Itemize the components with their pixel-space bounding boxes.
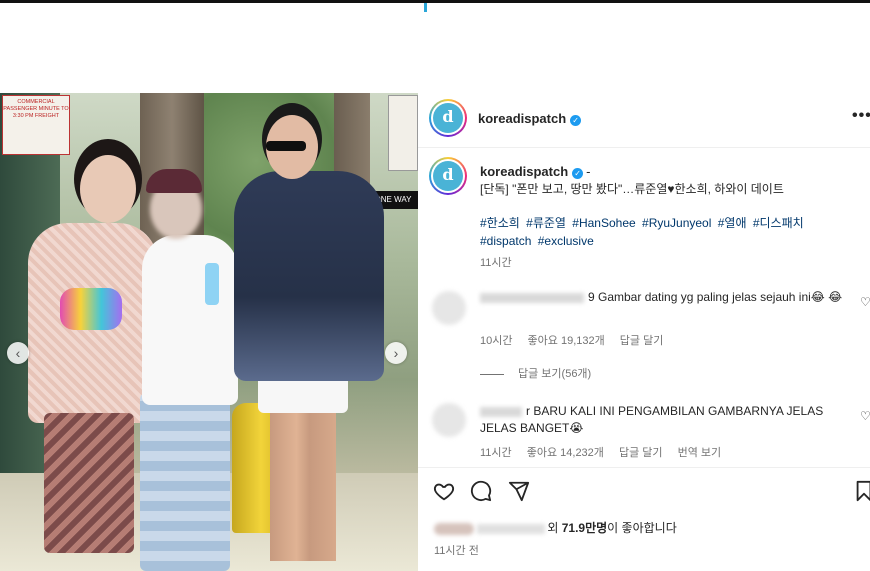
comment-like-heart-icon[interactable]: ♡ <box>860 295 870 309</box>
post-photo[interactable]: COMMERCIAL PASSENGER MINUTE TO 3:30 PM F… <box>0 93 418 571</box>
hashtag[interactable]: #HanSohee <box>572 216 635 230</box>
dispatch-logo: d <box>433 161 463 191</box>
top-border <box>0 0 870 3</box>
comment-meta: 10시간 좋아요 19,132개 답글 달기 <box>480 332 675 348</box>
caption-avatar[interactable]: d <box>429 157 467 195</box>
more-options-icon[interactable]: ••• <box>852 107 870 125</box>
hashtag[interactable]: #열애 <box>718 216 747 230</box>
paper-plane-icon[interactable] <box>508 480 530 508</box>
action-bar: 외 71.9만명이 좋아합니다 11시간 전 <box>418 467 870 571</box>
comment-text: r BARU KALI INI PENGAMBILAN GAMBARNYA JE… <box>480 403 852 437</box>
header-username[interactable]: koreadispatch ✓ <box>478 111 582 126</box>
comment-text: 9 Gambar dating yg paling jelas sejauh i… <box>480 289 852 306</box>
bookmark-icon[interactable] <box>854 480 870 508</box>
caption-username-text[interactable]: koreadispatch <box>480 164 568 179</box>
commenter-avatar[interactable] <box>432 403 466 437</box>
translate-button[interactable]: 번역 보기 <box>678 447 722 459</box>
verified-badge-icon: ✓ <box>572 168 584 179</box>
commenter-avatar[interactable] <box>432 291 466 325</box>
comment-like-heart-icon[interactable]: ♡ <box>860 409 870 423</box>
commenter-name[interactable] <box>480 406 522 417</box>
post-header: d koreadispatch ✓ ••• <box>418 93 870 148</box>
hashtag[interactable]: #류준열 <box>526 216 566 230</box>
likes-prefix: 외 <box>547 521 562 535</box>
view-replies[interactable]: 답글 보기(56개) <box>480 365 591 381</box>
hashtag[interactable]: #dispatch <box>480 234 531 248</box>
caption-dash: - <box>586 164 591 179</box>
comment-likes[interactable]: 좋아요 14,232개 <box>527 447 604 459</box>
street-sign: COMMERCIAL PASSENGER MINUTE TO 3:30 PM F… <box>2 95 70 155</box>
comment-body: 9 Gambar dating yg paling jelas sejauh i… <box>588 290 843 304</box>
comment-meta: 11시간 좋아요 14,232개 답글 달기 번역 보기 <box>480 444 733 460</box>
heart-icon[interactable] <box>433 480 455 508</box>
top-accent-mark <box>424 3 427 12</box>
verified-badge-icon: ✓ <box>570 115 582 126</box>
chevron-left-icon[interactable]: ‹ <box>7 342 29 364</box>
chevron-right-icon[interactable]: › <box>385 342 407 364</box>
hashtag[interactable]: #디스패치 <box>753 216 804 230</box>
comment-time: 10시간 <box>480 335 513 347</box>
hashtag[interactable]: #한소희 <box>480 216 520 230</box>
username-text[interactable]: koreadispatch <box>478 111 566 126</box>
hashtag[interactable]: #exclusive <box>538 234 594 248</box>
liker-name[interactable] <box>477 523 546 534</box>
hashtags: #한소희 #류준열 #HanSohee #RyuJunyeol #열애 #디스패… <box>480 214 860 250</box>
caption-text: [단독] "폰만 보고, 땅만 봤다"…류준열♥한소희, 하와이 데이트 <box>480 182 784 196</box>
avatar[interactable]: d <box>429 99 467 137</box>
comment-body: BARU KALI INI PENGAMBILAN GAMBARNYA JELA… <box>480 404 824 435</box>
likes-count[interactable]: 71.9만명 <box>562 521 607 535</box>
dispatch-logo: d <box>433 103 463 133</box>
comment-icon[interactable] <box>470 480 492 508</box>
no-parking-sign <box>388 95 418 171</box>
caption-username[interactable]: koreadispatch ✓ - <box>480 164 591 179</box>
post-timestamp: 11시간 전 <box>434 545 479 557</box>
likes-summary[interactable]: 외 71.9만명이 좋아합니다 <box>434 519 677 536</box>
post-panel: d koreadispatch ✓ ••• d koreadispatch ✓ - [… <box>418 93 870 571</box>
reply-button[interactable]: 답글 달기 <box>620 335 664 347</box>
view-replies-label[interactable]: 답글 보기(56개) <box>518 368 591 380</box>
caption-timestamp: 11시간 <box>480 257 512 269</box>
comment-likes[interactable]: 좋아요 19,132개 <box>528 335 605 347</box>
replies-divider <box>480 373 504 375</box>
hashtag[interactable]: #RyuJunyeol <box>642 216 711 230</box>
commenter-name-fragment[interactable]: r <box>526 404 530 418</box>
reply-button[interactable]: 답글 달기 <box>619 447 663 459</box>
comment-time: 11시간 <box>480 447 512 459</box>
liker-avatars <box>434 522 474 535</box>
likes-suffix: 이 좋아합니다 <box>607 521 677 535</box>
commenter-name[interactable] <box>480 292 584 303</box>
